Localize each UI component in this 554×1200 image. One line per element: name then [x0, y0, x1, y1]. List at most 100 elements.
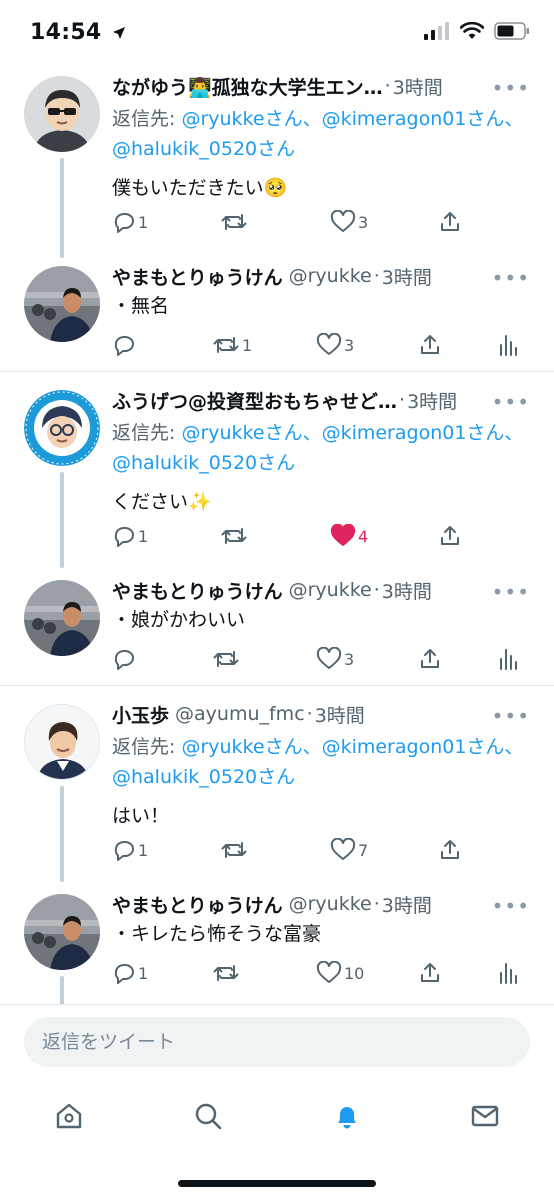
display-name[interactable]: ながゆう👨‍💻孤独な大学生エン…	[112, 73, 383, 100]
timestamp[interactable]: 3時間	[382, 577, 432, 604]
reply-icon	[114, 336, 134, 356]
retweet-count: 1	[242, 335, 253, 355]
display-name[interactable]: ふうげつ@投資型おもちゃせど…	[112, 387, 397, 414]
like-button[interactable]: 3	[316, 644, 354, 674]
display-name[interactable]: やまもとりゅうけん	[112, 263, 283, 290]
share-button[interactable]	[438, 835, 462, 865]
tweet-actions: 1 4	[112, 521, 530, 551]
replying-to: 返信先: @ryukkeさん、@kimeragon01さん、@halukik_0…	[112, 736, 524, 788]
reply-count: 1	[138, 963, 149, 983]
user-handle[interactable]: @ayumu_fmc	[175, 703, 305, 725]
reply-icon	[114, 213, 134, 233]
like-count: 10	[344, 963, 365, 983]
avatar[interactable]	[24, 580, 100, 656]
reply-count: 1	[138, 526, 149, 546]
share-button[interactable]	[418, 958, 442, 988]
avatar[interactable]	[24, 894, 100, 970]
reply-button[interactable]	[112, 644, 138, 674]
status-time: 14:54	[30, 20, 126, 45]
timestamp[interactable]: 3時間	[382, 263, 432, 290]
tweet[interactable]: ふうげつ@投資型おもちゃせど… · 3時間 ••• 返信先: @ryukkeさん…	[0, 380, 554, 568]
tweet[interactable]: やまもとりゅうけん @ryukke · 3時間 ••• ・キレたら怖そうな富豪 …	[0, 888, 554, 1004]
divider	[0, 371, 554, 372]
retweet-button[interactable]	[212, 958, 242, 988]
more-options-icon[interactable]: •••	[492, 704, 530, 728]
heart-icon	[316, 961, 342, 983]
avatar[interactable]	[24, 76, 100, 152]
avatar[interactable]	[24, 704, 100, 780]
tweet-actions: 1 3	[112, 330, 530, 360]
wifi-icon	[460, 22, 484, 39]
tweet[interactable]: 小玉歩 @ayumu_fmc · 3時間 ••• 返信先: @ryukkeさん、…	[0, 694, 554, 882]
timestamp[interactable]: 3時間	[393, 73, 443, 100]
separator-dot: ·	[384, 75, 391, 97]
tweet-actions: 1 7	[112, 835, 530, 865]
timestamp[interactable]: 3時間	[382, 891, 432, 918]
like-button[interactable]: 3	[316, 330, 354, 360]
tweet[interactable]: やまもとりゅうけん @ryukke · 3時間 ••• ・無名 1 3	[0, 260, 554, 372]
tab-home[interactable]	[39, 1096, 99, 1136]
avatar[interactable]	[24, 390, 100, 466]
analytics-button[interactable]	[498, 644, 518, 674]
analytics-icon	[500, 963, 517, 984]
reply-button[interactable]	[112, 330, 138, 360]
retweet-button[interactable]	[220, 207, 250, 237]
reply-button[interactable]: 1	[112, 958, 148, 988]
share-button[interactable]	[418, 644, 442, 674]
like-button[interactable]: 7	[330, 835, 368, 865]
tab-notifications[interactable]	[317, 1096, 377, 1136]
reply-input[interactable]	[24, 1017, 530, 1067]
retweet-button[interactable]: 1	[212, 330, 252, 360]
tweet-actions: 1 3	[112, 207, 530, 237]
tab-explore[interactable]	[178, 1096, 238, 1136]
retweet-icon	[221, 842, 247, 858]
battery-icon	[494, 22, 529, 40]
tweet-text: ・キレたら怖そうな富豪	[112, 923, 322, 945]
tab-messages[interactable]	[455, 1096, 515, 1136]
display-name[interactable]: 小玉歩	[112, 701, 169, 728]
like-button[interactable]: 10	[316, 958, 364, 988]
display-name[interactable]: やまもとりゅうけん	[112, 577, 283, 604]
thread-line	[60, 786, 64, 882]
tweet[interactable]: やまもとりゅうけん @ryukke · 3時間 ••• ・娘がかわいい 3	[0, 574, 554, 686]
display-name[interactable]: やまもとりゅうけん	[112, 891, 283, 918]
separator-dot: ·	[399, 389, 406, 411]
user-handle[interactable]: @ryukke	[289, 265, 372, 287]
more-options-icon[interactable]: •••	[492, 580, 530, 604]
more-options-icon[interactable]: •••	[492, 76, 530, 100]
more-options-icon[interactable]: •••	[492, 390, 530, 414]
replying-to: 返信先: @ryukkeさん、@kimeragon01さん、@halukik_0…	[112, 108, 524, 160]
reply-thread-feed[interactable]: ながゆう👨‍💻孤独な大学生エン… · 3時間 ••• 返信先: @ryukkeさ…	[0, 66, 554, 1004]
share-button[interactable]	[438, 521, 462, 551]
like-button[interactable]: 3	[330, 207, 368, 237]
like-count: 7	[358, 840, 369, 860]
like-count: 3	[358, 212, 369, 232]
like-button[interactable]: 4	[330, 521, 368, 551]
tweet[interactable]: ながゆう👨‍💻孤独な大学生エン… · 3時間 ••• 返信先: @ryukkeさ…	[0, 66, 554, 258]
tweet-text: ・娘がかわいい	[112, 609, 246, 631]
user-handle[interactable]: @ryukke	[289, 579, 372, 601]
analytics-button[interactable]	[498, 330, 518, 360]
retweet-button[interactable]	[212, 644, 242, 674]
home-indicator[interactable]	[178, 1180, 376, 1187]
more-options-icon[interactable]: •••	[492, 266, 530, 290]
share-button[interactable]	[418, 330, 442, 360]
retweet-icon	[213, 651, 239, 667]
location-arrow-icon	[112, 27, 125, 39]
analytics-icon	[500, 335, 517, 356]
reply-button[interactable]: 1	[112, 835, 148, 865]
analytics-button[interactable]	[498, 958, 518, 988]
user-handle[interactable]: @ryukke	[289, 893, 372, 915]
timestamp[interactable]: 3時間	[315, 701, 365, 728]
retweet-button[interactable]	[220, 521, 250, 551]
reply-button[interactable]: 1	[112, 521, 148, 551]
separator-dot: ·	[306, 703, 313, 725]
more-options-icon[interactable]: •••	[492, 894, 530, 918]
replying-to: 返信先: @ryukkeさん、@kimeragon01さん、@halukik_0…	[112, 422, 524, 474]
reply-button[interactable]: 1	[112, 207, 148, 237]
timestamp[interactable]: 3時間	[407, 387, 457, 414]
share-button[interactable]	[438, 207, 462, 237]
like-count: 3	[344, 649, 355, 669]
retweet-button[interactable]	[220, 835, 250, 865]
avatar[interactable]	[24, 266, 100, 342]
